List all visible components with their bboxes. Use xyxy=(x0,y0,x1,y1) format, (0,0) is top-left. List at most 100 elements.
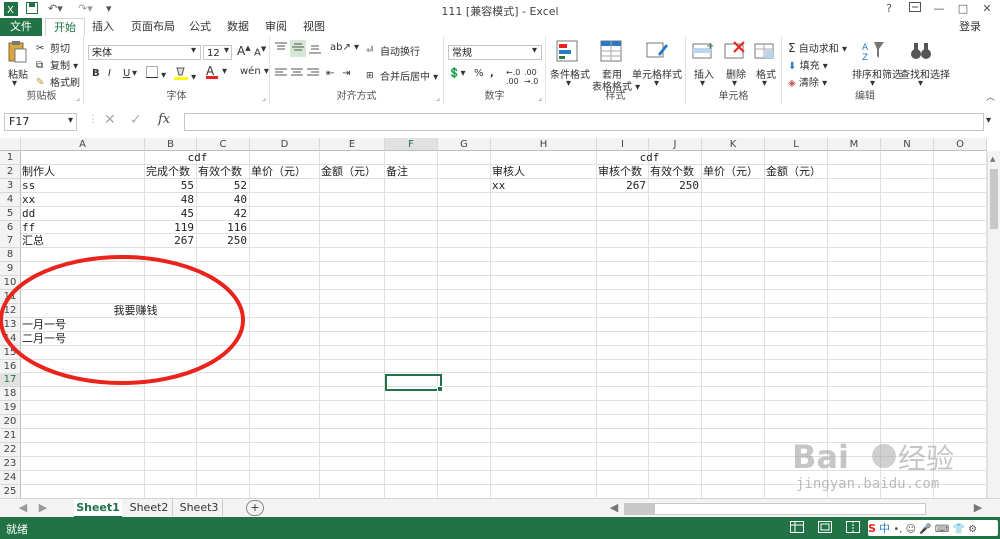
merge-center-button[interactable]: ⊞ 合并后居中 ▾ xyxy=(366,68,438,83)
fill-color-button[interactable]: ▾ xyxy=(174,66,196,83)
tab-data[interactable]: 数据 xyxy=(222,18,254,36)
copy-button[interactable]: ⧉ 复制 ▾ xyxy=(36,57,78,72)
cell-c4[interactable]: 40 xyxy=(197,193,247,207)
row-header-23[interactable]: 23 xyxy=(0,456,21,471)
find-select-button[interactable]: 查找和选择 xyxy=(900,66,950,81)
row-header-1[interactable]: 1 xyxy=(0,151,21,165)
font-launcher-icon[interactable]: ⌟ xyxy=(262,93,266,102)
clipboard-launcher-icon[interactable]: ⌟ xyxy=(76,93,80,102)
paste-button[interactable]: 粘贴 xyxy=(8,66,28,81)
decrease-indent-button[interactable]: ⇤ xyxy=(326,68,334,79)
hscroll-left-icon[interactable]: ◀ xyxy=(608,499,620,516)
cell-a4[interactable]: xx xyxy=(22,193,35,207)
fill-button[interactable]: ⬇ 填充 ▾ xyxy=(788,57,828,72)
new-sheet-button[interactable]: + xyxy=(246,500,264,516)
format-cells-icon[interactable] xyxy=(754,40,778,62)
help-button[interactable]: ? xyxy=(878,1,900,16)
cell-i3[interactable]: 267 xyxy=(597,179,646,193)
font-name-select[interactable]: 宋体 xyxy=(88,45,201,60)
currency-button[interactable]: 💲▾ xyxy=(448,68,465,79)
column-header-d[interactable]: D xyxy=(250,138,320,151)
ime-keyboard-icon[interactable]: ⌨ xyxy=(935,524,949,535)
border-button[interactable]: ▾ xyxy=(146,66,166,81)
cell-c7[interactable]: 250 xyxy=(197,234,247,248)
tab-formulas[interactable]: 公式 xyxy=(184,18,216,36)
align-bottom-button[interactable] xyxy=(308,42,322,57)
wrap-text-button[interactable]: ⏎ 自动换行 xyxy=(366,43,420,58)
tab-insert[interactable]: 插入 xyxy=(86,18,120,36)
align-left-button[interactable] xyxy=(274,68,288,81)
align-middle-button[interactable] xyxy=(290,40,306,57)
column-header-b[interactable]: B xyxy=(145,138,197,151)
login-link[interactable]: 登录 xyxy=(950,18,990,36)
cell-e2[interactable]: 金额（元） xyxy=(321,165,376,179)
fill-handle[interactable] xyxy=(437,386,443,392)
page-layout-view-button[interactable] xyxy=(818,521,832,536)
ime-skin-icon[interactable]: 👕 xyxy=(952,524,964,535)
phonetic-button[interactable]: wén ▾ xyxy=(240,66,269,77)
expand-formula-bar-icon[interactable]: ▾ xyxy=(986,115,991,126)
ime-punctuation-icon[interactable]: •, xyxy=(893,524,902,535)
vertical-scrollbar[interactable]: ▲ xyxy=(987,151,1000,498)
cell-c3[interactable]: 52 xyxy=(197,179,247,193)
font-color-dropdown-icon[interactable]: ▾ xyxy=(222,66,227,77)
ime-toolbar[interactable]: S 中 •, ☺ 🎤 ⌨ 👕 ⚙ xyxy=(868,520,998,536)
close-button[interactable]: ✕ xyxy=(976,1,998,16)
cut-button[interactable]: ✂ 剪切 xyxy=(36,40,70,55)
select-all-corner[interactable] xyxy=(0,138,21,151)
decrease-decimal-button[interactable]: .00 →.0 xyxy=(524,68,538,86)
cell-b6[interactable]: 119 xyxy=(145,221,194,235)
align-top-button[interactable] xyxy=(274,42,288,57)
column-header-j[interactable]: J xyxy=(649,138,702,151)
column-header-c[interactable]: C xyxy=(197,138,250,151)
insert-cells-icon[interactable]: + xyxy=(692,40,716,62)
vertical-scroll-thumb[interactable] xyxy=(990,169,998,229)
tab-file[interactable]: 文件 xyxy=(0,18,42,36)
alignment-launcher-icon[interactable]: ⌟ xyxy=(436,93,440,102)
column-header-a[interactable]: A xyxy=(21,138,145,151)
ime-mic-icon[interactable]: 🎤 xyxy=(919,524,931,535)
delete-cells-icon[interactable] xyxy=(724,40,748,62)
increase-indent-button[interactable]: ⇥ xyxy=(342,68,350,79)
sheet-tab-sheet3[interactable]: Sheet3 xyxy=(176,499,223,516)
binoculars-icon[interactable] xyxy=(910,40,934,62)
font-color-button[interactable]: A xyxy=(206,64,218,79)
restore-button[interactable]: □ xyxy=(952,1,974,16)
name-box[interactable]: F17 xyxy=(4,113,77,131)
cell-f2[interactable]: 备注 xyxy=(386,165,408,179)
cell-b1[interactable]: cdf xyxy=(145,151,250,165)
bold-button[interactable]: B xyxy=(92,68,100,79)
column-header-h[interactable]: H xyxy=(491,138,597,151)
cell-a2[interactable]: 制作人 xyxy=(22,165,55,179)
row-header-19[interactable]: 19 xyxy=(0,401,21,416)
align-center-button[interactable] xyxy=(290,68,304,81)
row-header-5[interactable]: 5 xyxy=(0,206,21,221)
sort-filter-icon[interactable]: AZ xyxy=(862,40,886,63)
cell-i1[interactable]: cdf xyxy=(597,151,702,165)
column-header-f[interactable]: F xyxy=(385,138,438,151)
cell-c5[interactable]: 42 xyxy=(197,207,247,221)
number-launcher-icon[interactable]: ⌟ xyxy=(538,93,542,102)
ime-settings-icon[interactable]: ⚙ xyxy=(968,524,977,535)
row-header-25[interactable]: 25 xyxy=(0,484,21,498)
italic-button[interactable]: I xyxy=(108,68,111,79)
cell-j2[interactable]: 有效个数 xyxy=(650,165,694,179)
horizontal-scroll-thumb[interactable] xyxy=(625,504,655,514)
cell-b7[interactable]: 267 xyxy=(145,234,194,248)
sheet-tab-sheet1[interactable]: Sheet1 xyxy=(74,499,122,518)
active-cell-selection[interactable] xyxy=(385,374,442,391)
page-break-view-button[interactable] xyxy=(846,521,860,536)
underline-dropdown-icon[interactable]: ▾ xyxy=(132,68,137,79)
cell-h2[interactable]: 审核人 xyxy=(492,165,525,179)
cell-a3[interactable]: ss xyxy=(22,179,35,193)
column-header-g[interactable]: G xyxy=(438,138,491,151)
hscroll-right-icon[interactable]: ▶ xyxy=(972,499,984,516)
align-right-button[interactable] xyxy=(306,68,320,81)
sort-filter-button[interactable]: 排序和筛选 xyxy=(852,66,902,81)
cell-styles-icon[interactable] xyxy=(646,40,670,62)
tab-page-layout[interactable]: 页面布局 xyxy=(126,18,180,36)
format-as-table-icon[interactable] xyxy=(600,40,624,62)
ime-mode[interactable]: 中 xyxy=(879,522,890,535)
cell-a6[interactable]: ff xyxy=(22,221,35,235)
column-header-e[interactable]: E xyxy=(320,138,385,151)
